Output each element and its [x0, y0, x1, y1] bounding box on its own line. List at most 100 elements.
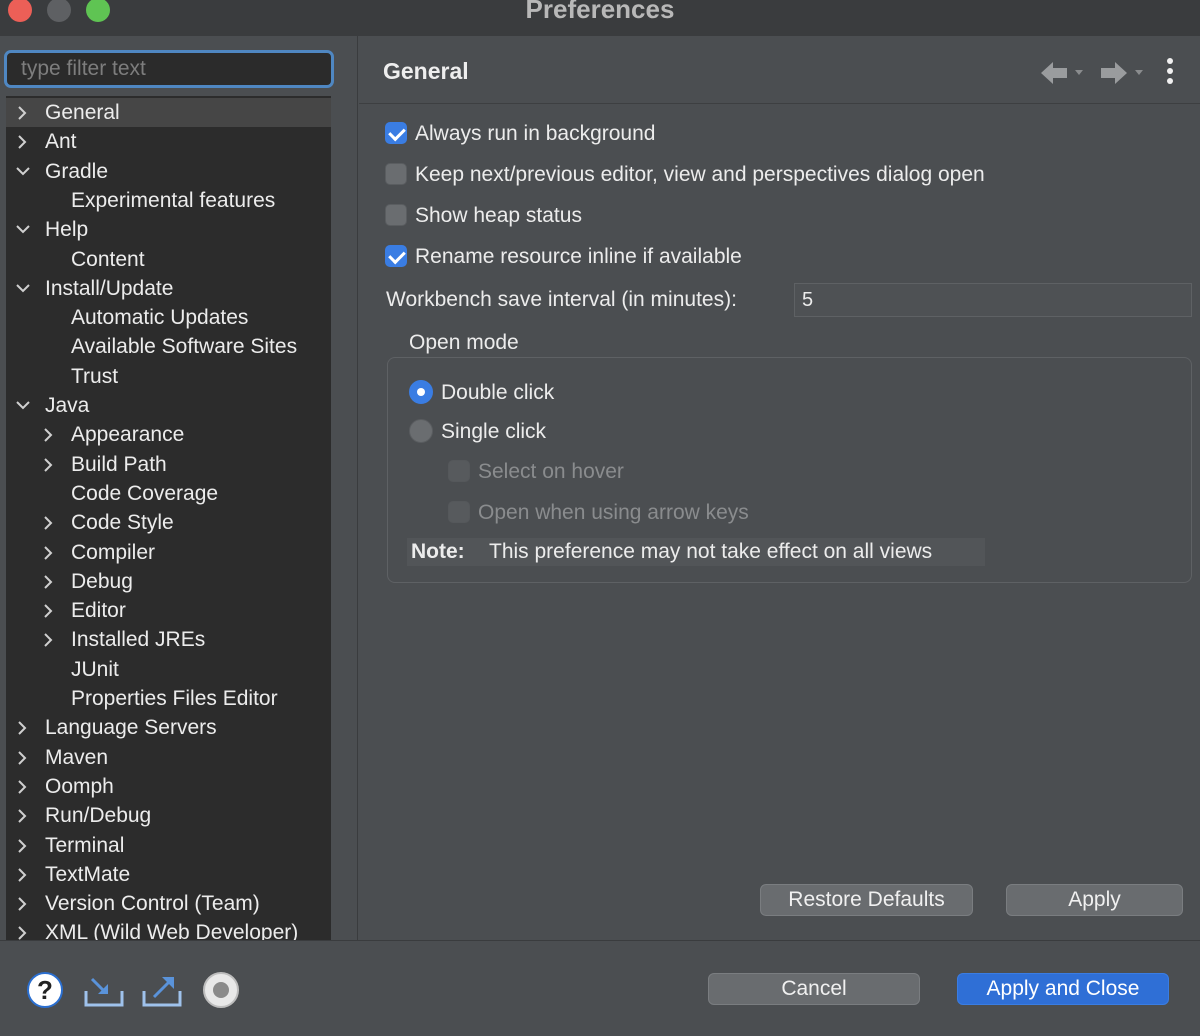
open-mode-note: Note: This preference may not take effec…	[407, 538, 985, 566]
filter-field[interactable]	[4, 50, 334, 88]
tree-item-label: Editor	[71, 599, 126, 622]
tree-item-available-software-sites[interactable]: Available Software Sites	[6, 332, 331, 361]
tree-item-general[interactable]: General	[6, 98, 331, 127]
tree-item-run-debug[interactable]: Run/Debug	[6, 801, 331, 830]
tree-item-appearance[interactable]: Appearance	[6, 420, 331, 449]
back-arrow-icon	[1041, 62, 1083, 84]
tree-item-help[interactable]: Help	[6, 215, 331, 244]
tree-item-label: Java	[45, 394, 90, 417]
chevron-right-icon[interactable]	[14, 98, 30, 127]
tree-item-code-coverage[interactable]: Code Coverage	[6, 479, 331, 508]
tree-item-compiler[interactable]: Compiler	[6, 538, 331, 567]
checkbox-box[interactable]	[385, 163, 407, 185]
preferences-tree: General Ant Gradle Experimental features Hel…	[6, 96, 331, 940]
filter-input[interactable]	[7, 53, 331, 85]
tree-item-label: Version Control (Team)	[45, 892, 260, 915]
chevron-right-icon[interactable]	[40, 567, 56, 596]
checkbox-label: Show heap status	[415, 204, 582, 227]
chevron-right-icon[interactable]	[40, 420, 56, 449]
tree-item-label: Run/Debug	[45, 804, 152, 827]
tree-item-ant[interactable]: Ant	[6, 127, 331, 156]
checkbox-box[interactable]	[448, 460, 470, 482]
record-icon[interactable]	[202, 971, 240, 1014]
tree-item-editor[interactable]: Editor	[6, 596, 331, 625]
tree-item-label: TextMate	[45, 863, 131, 886]
tree-item-language-servers[interactable]: Language Servers	[6, 713, 331, 742]
apply-button[interactable]: Apply	[1006, 884, 1183, 916]
chevron-right-icon[interactable]	[14, 918, 30, 940]
kebab-menu-icon[interactable]	[1165, 58, 1175, 88]
cancel-button[interactable]: Cancel	[708, 973, 920, 1005]
chevron-right-icon[interactable]	[40, 508, 56, 537]
title-bar: Preferences	[0, 0, 1200, 36]
apply-and-close-button[interactable]: Apply and Close	[957, 973, 1169, 1005]
tree-item-properties-files-editor[interactable]: Properties Files Editor	[6, 684, 331, 713]
tree-item-install-update[interactable]: Install/Update	[6, 274, 331, 303]
window-title: Preferences	[525, 0, 675, 24]
tree-item-textmate[interactable]: TextMate	[6, 860, 331, 889]
chevron-right-icon[interactable]	[14, 889, 30, 918]
chevron-right-icon[interactable]	[14, 713, 30, 742]
tree-item-label: JUnit	[71, 658, 119, 681]
tree-item-junit[interactable]: JUnit	[6, 655, 331, 684]
chevron-right-icon[interactable]	[14, 772, 30, 801]
radio-label: Single click	[441, 420, 547, 443]
tree-item-trust[interactable]: Trust	[6, 362, 331, 391]
tree-item-debug[interactable]: Debug	[6, 567, 331, 596]
forward-button[interactable]	[1097, 60, 1147, 86]
help-icon[interactable]: ?	[26, 971, 64, 1014]
chevron-right-icon[interactable]	[40, 450, 56, 479]
restore-defaults-button[interactable]: Restore Defaults	[760, 884, 973, 916]
radio-label: Double click	[441, 381, 555, 404]
radio-button[interactable]	[409, 380, 433, 404]
chevron-right-icon[interactable]	[14, 127, 30, 156]
chevron-right-icon[interactable]	[14, 743, 30, 772]
checkbox-box[interactable]	[448, 501, 470, 523]
chevron-down-icon[interactable]	[14, 391, 30, 420]
tree-item-label: Terminal	[45, 834, 125, 857]
chevron-right-icon[interactable]	[14, 860, 30, 889]
tree-item-content[interactable]: Content	[6, 245, 331, 274]
checkbox-box[interactable]	[385, 204, 407, 226]
tree-item-label: Debug	[71, 570, 133, 593]
tree-item-label: Ant	[45, 130, 77, 153]
tree-item-label: Install/Update	[45, 277, 174, 300]
chevron-right-icon[interactable]	[14, 831, 30, 860]
chevron-down-icon[interactable]	[14, 215, 30, 244]
radio-button[interactable]	[409, 419, 433, 443]
tree-item-label: Gradle	[45, 160, 109, 183]
chevron-right-icon[interactable]	[40, 538, 56, 567]
preferences-navigation-pane: General Ant Gradle Experimental features Hel…	[0, 36, 358, 940]
checkbox-box[interactable]	[385, 122, 407, 144]
note-label: Note:	[411, 540, 465, 563]
back-button[interactable]	[1039, 60, 1087, 86]
tree-item-build-path[interactable]: Build Path	[6, 450, 331, 479]
chevron-down-icon[interactable]	[14, 157, 30, 186]
chevron-right-icon[interactable]	[40, 596, 56, 625]
export-icon[interactable]	[140, 971, 184, 1014]
chevron-right-icon[interactable]	[14, 801, 30, 830]
tree-item-java[interactable]: Java	[6, 391, 331, 420]
tree-item-label: Code Style	[71, 511, 174, 534]
checkbox-label: Open when using arrow keys	[478, 501, 749, 524]
import-icon[interactable]	[82, 971, 126, 1014]
checkbox-box[interactable]	[385, 245, 407, 267]
tree-item-maven[interactable]: Maven	[6, 743, 331, 772]
tree-item-experimental-features[interactable]: Experimental features	[6, 186, 331, 215]
tree-item-oomph[interactable]: Oomph	[6, 772, 331, 801]
save-interval-field[interactable]	[794, 283, 1192, 317]
tree-item-automatic-updates[interactable]: Automatic Updates	[6, 303, 331, 332]
page-title: General	[383, 58, 469, 84]
checkbox-label: Always run in background	[415, 122, 656, 145]
tree-item-terminal[interactable]: Terminal	[6, 831, 331, 860]
checkbox-label: Select on hover	[478, 460, 624, 483]
chevron-down-icon[interactable]	[14, 274, 30, 303]
tree-item-gradle[interactable]: Gradle	[6, 157, 331, 186]
tree-item-code-style[interactable]: Code Style	[6, 508, 331, 537]
tree-item-label: Content	[71, 248, 145, 271]
tree-item-label: Automatic Updates	[71, 306, 249, 329]
tree-item-version-control-team[interactable]: Version Control (Team)	[6, 889, 331, 918]
chevron-right-icon[interactable]	[40, 625, 56, 654]
tree-item-installed-jres[interactable]: Installed JREs	[6, 625, 331, 654]
tree-item-xml-wild-web-developer[interactable]: XML (Wild Web Developer)	[6, 918, 331, 940]
